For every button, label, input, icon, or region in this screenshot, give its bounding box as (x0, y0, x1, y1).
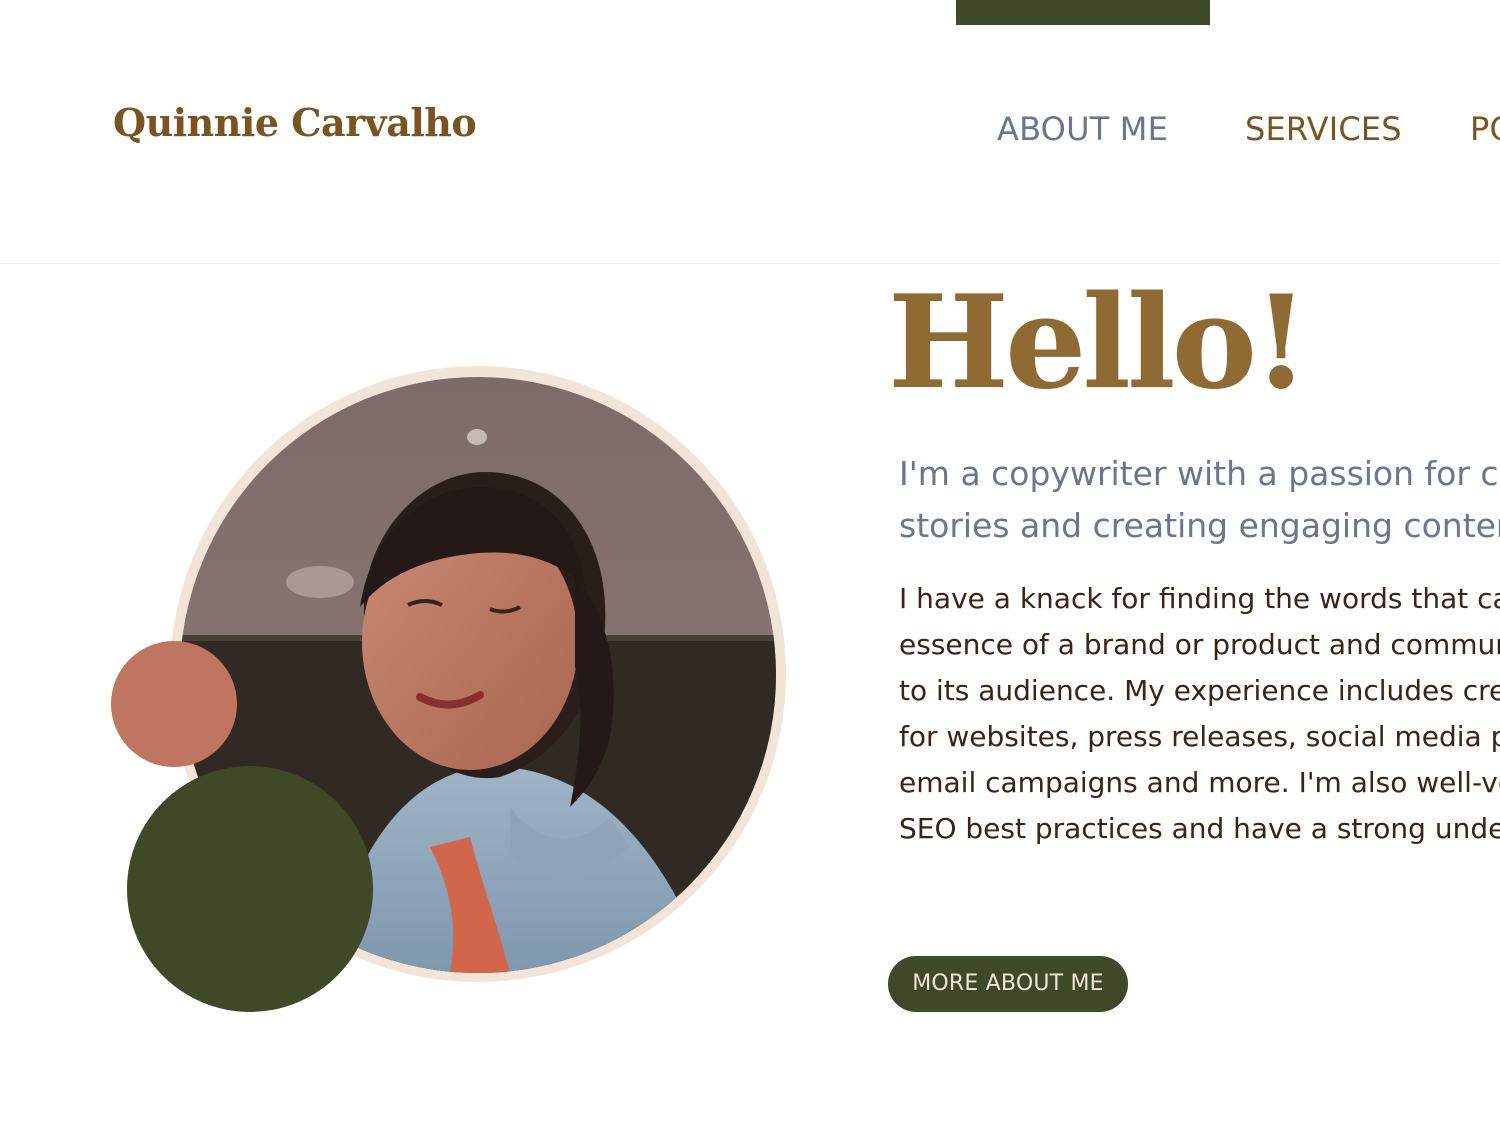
hero-body: I have a knack for finding the words tha… (899, 582, 1500, 845)
main-nav: ABOUT ME SERVICES PORTFOLIO (0, 110, 1500, 154)
hero-text-column: I'm a copywriter with a passion for craf… (899, 448, 1500, 858)
hero-title: Hello! (888, 268, 1309, 418)
more-about-me-button[interactable]: MORE ABOUT ME (888, 956, 1128, 1012)
nav-item-portfolio[interactable]: PORTFOLIO (1470, 110, 1500, 148)
top-accent-bar (956, 0, 1210, 25)
hero-intro: I'm a copywriter with a passion for craf… (899, 454, 1500, 545)
decorative-circle-terracotta (111, 641, 237, 767)
decorative-circle-olive (127, 766, 373, 1012)
nav-item-services[interactable]: SERVICES (1245, 110, 1402, 148)
header-divider (0, 263, 1500, 264)
nav-item-about-me[interactable]: ABOUT ME (997, 110, 1168, 148)
